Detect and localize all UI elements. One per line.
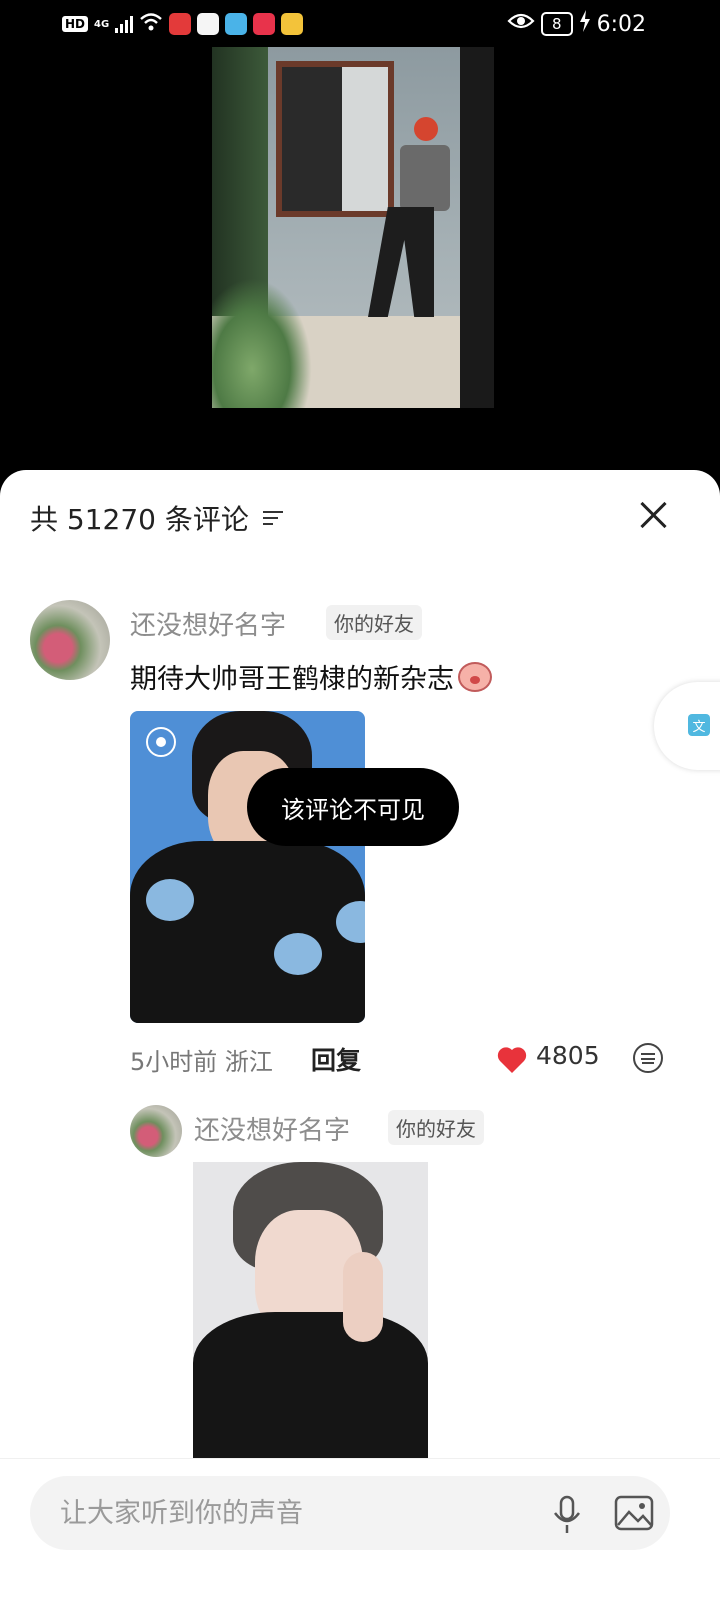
like-count: 4805 [536,1041,600,1070]
clock: 6:02 [596,11,646,37]
video-pole [460,47,494,408]
close-icon[interactable] [638,500,668,530]
friend-tag: 你的好友 [326,605,422,640]
reply-username[interactable]: 还没想好名字 [194,1110,350,1147]
comment-text: 期待大帅哥王鹤棣的新杂志 [130,657,492,696]
video-frame[interactable] [212,47,494,408]
comment-image[interactable] [130,711,365,1023]
video-person [332,117,450,317]
status-right: 8 6:02 [507,10,646,38]
app-icon-red [169,13,192,35]
pig-emoji-icon [458,661,492,692]
hd-badge: HD [62,16,89,32]
comment-body: 期待大帅哥王鹤棣的新杂志 [130,664,454,695]
comment-hidden-notice: 该评论不可见 [247,768,459,846]
status-left: HD 4G [62,12,304,36]
app-icon-music [197,13,220,35]
status-bar: HD 4G 8 6:02 [0,0,720,48]
reply-friend-tag: 你的好友 [388,1110,484,1145]
network-label: 4G [94,18,110,30]
eye-icon [507,11,535,37]
mic-icon[interactable] [552,1495,582,1535]
comment-count-header: 共 51270 条评论 [30,498,283,538]
wifi-icon [139,12,163,36]
reply-image[interactable] [193,1162,428,1458]
reply-button[interactable]: 回复 [311,1041,361,1077]
video-plant [212,278,312,408]
app-icon-blue [225,13,248,35]
avatar[interactable] [30,600,110,680]
app-icon-browser [281,13,304,35]
dislike-face-icon[interactable] [633,1043,663,1073]
translate-icon: 文 [688,714,710,736]
image-icon[interactable] [614,1495,654,1531]
sort-icon[interactable] [262,511,283,525]
reply-avatar[interactable] [130,1105,182,1157]
app-icon-video [253,13,276,35]
charging-icon [579,10,591,38]
heart-icon[interactable] [497,1046,527,1074]
battery-indicator: 8 [541,12,573,36]
comment-count-title: 共 51270 条评论 [30,503,249,536]
signal-icon [115,15,134,33]
comment-username[interactable]: 还没想好名字 [130,605,286,642]
comment-meta: 5小时前 浙江 [130,1048,273,1076]
live-photo-icon [146,727,176,757]
